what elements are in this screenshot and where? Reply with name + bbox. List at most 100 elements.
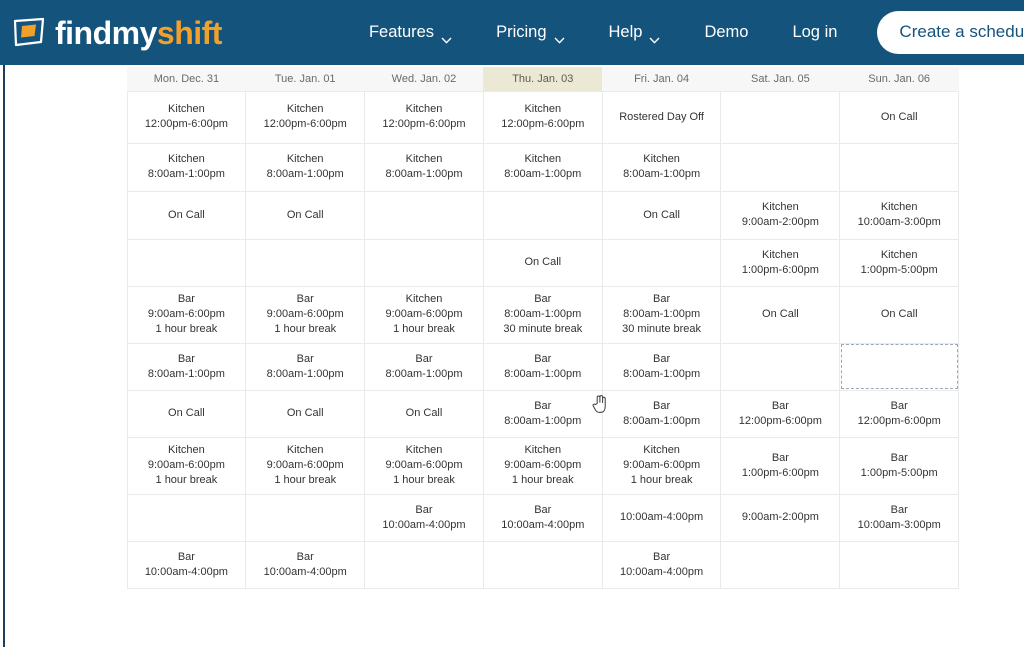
- shift-cell[interactable]: Kitchen12:00pm-6:00pm: [246, 91, 365, 143]
- shift-cell[interactable]: Kitchen9:00am-6:00pm1 hour break: [602, 437, 721, 494]
- shift-cell[interactable]: Kitchen1:00pm-5:00pm: [840, 239, 959, 286]
- employee-name-cell[interactable]: Charlie: [62, 343, 127, 390]
- shift-cell[interactable]: Bar8:00am-1:00pm: [127, 343, 246, 390]
- shift-cell[interactable]: On Call: [246, 191, 365, 239]
- day-header-sun[interactable]: Sun. Jan. 06: [840, 67, 959, 91]
- shift-time-label: 1:00pm-5:00pm: [843, 263, 955, 278]
- day-header-tue[interactable]: Tue. Jan. 01: [246, 67, 365, 91]
- shift-cell[interactable]: 10:00am-4:00pm: [602, 494, 721, 541]
- shift-cell[interactable]: [721, 91, 840, 143]
- shift-cell[interactable]: [246, 494, 365, 541]
- create-a-schedule-button[interactable]: Create a schedule: [877, 11, 1024, 54]
- shift-cell[interactable]: Bar10:00am-4:00pm: [127, 541, 246, 588]
- employee-name-cell[interactable]: Laura: [62, 91, 127, 143]
- brand-logo[interactable]: findmyshift: [12, 16, 222, 50]
- nav-item-help[interactable]: Help: [587, 15, 683, 50]
- shift-cell[interactable]: [721, 343, 840, 390]
- employee-name-cell[interactable]: Luke: [62, 437, 127, 494]
- shift-cell[interactable]: 9:00am-2:00pm: [721, 494, 840, 541]
- shift-cell[interactable]: [365, 239, 484, 286]
- employee-name-cell[interactable]: Charlotte: [62, 390, 127, 437]
- employee-name-cell[interactable]: Thomas: [62, 143, 127, 191]
- shift-cell[interactable]: Bar1:00pm-5:00pm: [840, 437, 959, 494]
- shift-cell[interactable]: [840, 541, 959, 588]
- shift-cell[interactable]: Kitchen9:00am-6:00pm1 hour break: [483, 437, 602, 494]
- shift-cell[interactable]: Kitchen9:00am-6:00pm1 hour break: [246, 437, 365, 494]
- shift-cell[interactable]: Kitchen8:00am-1:00pm: [246, 143, 365, 191]
- shift-cell[interactable]: Bar8:00am-1:00pm: [365, 343, 484, 390]
- shift-cell[interactable]: Kitchen8:00am-1:00pm: [127, 143, 246, 191]
- shift-cell[interactable]: Bar8:00am-1:00pm: [483, 390, 602, 437]
- shift-cell[interactable]: On Call: [246, 390, 365, 437]
- shift-cell[interactable]: [840, 343, 959, 390]
- shift-cell[interactable]: Bar10:00am-3:00pm: [840, 494, 959, 541]
- nav-item-pricing[interactable]: Pricing: [474, 15, 586, 50]
- shift-cell[interactable]: Kitchen8:00am-1:00pm: [602, 143, 721, 191]
- shift-cell[interactable]: Kitchen8:00am-1:00pm: [483, 143, 602, 191]
- shift-cell[interactable]: On Call: [365, 390, 484, 437]
- table-row: Matthew On Call Kitchen1:00pm-6:00pmKitche…: [62, 239, 959, 286]
- shift-cell[interactable]: Kitchen8:00am-1:00pm: [365, 143, 484, 191]
- nav-item-features[interactable]: Features: [347, 15, 474, 50]
- shift-cell[interactable]: Bar12:00pm-6:00pm: [840, 390, 959, 437]
- nav-item-label: Log in: [792, 23, 837, 42]
- shift-cell[interactable]: Kitchen12:00pm-6:00pm: [483, 91, 602, 143]
- nav-item-demo[interactable]: Demo: [682, 15, 770, 50]
- shift-cell[interactable]: Bar8:00am-1:00pm: [246, 343, 365, 390]
- shift-cell[interactable]: Kitchen12:00pm-6:00pm: [365, 91, 484, 143]
- shift-cell[interactable]: On Call: [483, 239, 602, 286]
- shift-cell[interactable]: Bar10:00am-4:00pm: [602, 541, 721, 588]
- shift-cell[interactable]: [840, 143, 959, 191]
- shift-time-label: 9:00am-6:00pm: [131, 458, 243, 473]
- employee-name-cell[interactable]: James: [62, 191, 127, 239]
- shift-cell[interactable]: Kitchen9:00am-6:00pm1 hour break: [127, 437, 246, 494]
- shift-time-label: 9:00am-6:00pm: [487, 458, 599, 473]
- day-header-fri[interactable]: Fri. Jan. 04: [602, 67, 721, 91]
- shift-cell[interactable]: [365, 191, 484, 239]
- day-header-mon[interactable]: Mon. Dec. 31: [127, 67, 246, 91]
- day-header-thu-today[interactable]: Thu. Jan. 03: [483, 67, 602, 91]
- shift-cell[interactable]: Bar10:00am-4:00pm: [483, 494, 602, 541]
- shift-cell[interactable]: On Call: [840, 91, 959, 143]
- shift-cell[interactable]: Bar8:00am-1:00pm30 minute break: [483, 286, 602, 343]
- shift-cell[interactable]: [246, 239, 365, 286]
- shift-cell[interactable]: [721, 143, 840, 191]
- shift-cell[interactable]: Bar10:00am-4:00pm: [365, 494, 484, 541]
- shift-cell[interactable]: Kitchen9:00am-2:00pm: [721, 191, 840, 239]
- shift-cell[interactable]: Bar8:00am-1:00pm: [483, 343, 602, 390]
- shift-cell[interactable]: Kitchen10:00am-3:00pm: [840, 191, 959, 239]
- shift-cell[interactable]: Bar12:00pm-6:00pm: [721, 390, 840, 437]
- shift-cell[interactable]: Kitchen1:00pm-6:00pm: [721, 239, 840, 286]
- shift-cell[interactable]: On Call: [721, 286, 840, 343]
- employee-name-cell[interactable]: Sophie: [62, 286, 127, 343]
- shift-cell[interactable]: [365, 541, 484, 588]
- shift-cell[interactable]: Bar9:00am-6:00pm1 hour break: [246, 286, 365, 343]
- shift-cell[interactable]: On Call: [127, 390, 246, 437]
- shift-cell[interactable]: On Call: [602, 191, 721, 239]
- shift-cell[interactable]: [721, 541, 840, 588]
- shift-cell[interactable]: Kitchen9:00am-6:00pm1 hour break: [365, 437, 484, 494]
- shift-cell[interactable]: Bar8:00am-1:00pm: [602, 343, 721, 390]
- employee-name-cell[interactable]: Matthew: [62, 239, 127, 286]
- shift-role-label: On Call: [724, 307, 836, 322]
- shift-cell[interactable]: Bar1:00pm-6:00pm: [721, 437, 840, 494]
- shift-cell[interactable]: Bar8:00am-1:00pm: [602, 390, 721, 437]
- shift-cell[interactable]: Kitchen9:00am-6:00pm1 hour break: [365, 286, 484, 343]
- shift-cell[interactable]: Kitchen12:00pm-6:00pm: [127, 91, 246, 143]
- shift-cell[interactable]: Bar9:00am-6:00pm1 hour break: [127, 286, 246, 343]
- shift-cell[interactable]: [127, 494, 246, 541]
- shift-cell[interactable]: Rostered Day Off: [602, 91, 721, 143]
- day-header-sat[interactable]: Sat. Jan. 05: [721, 67, 840, 91]
- shift-cell[interactable]: On Call: [840, 286, 959, 343]
- shift-cell[interactable]: [483, 541, 602, 588]
- shift-cell[interactable]: [602, 239, 721, 286]
- shift-cell[interactable]: Bar8:00am-1:00pm30 minute break: [602, 286, 721, 343]
- shift-cell[interactable]: Bar10:00am-4:00pm: [246, 541, 365, 588]
- employee-name-cell[interactable]: Sarah: [62, 494, 127, 541]
- shift-cell[interactable]: [483, 191, 602, 239]
- day-header-wed[interactable]: Wed. Jan. 02: [365, 67, 484, 91]
- shift-cell[interactable]: [127, 239, 246, 286]
- nav-item-login[interactable]: Log in: [770, 15, 859, 50]
- shift-cell[interactable]: On Call: [127, 191, 246, 239]
- employee-name-cell[interactable]: Nick: [62, 541, 127, 588]
